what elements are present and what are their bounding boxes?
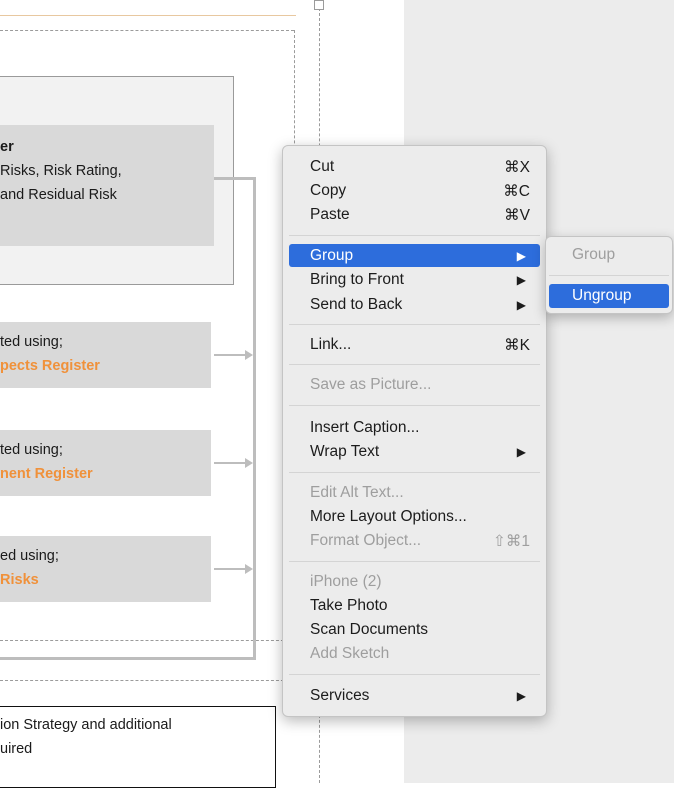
- shortcut-label: ⌘X: [504, 159, 530, 176]
- menu-separator: [289, 472, 540, 473]
- menu-item-label: Edit Alt Text...: [310, 484, 404, 501]
- connector-line: [214, 177, 256, 180]
- shortcut-label: ⌘V: [504, 207, 530, 224]
- aspects-line-2: pects Register: [0, 358, 100, 374]
- menu-separator: [289, 324, 540, 325]
- strategy-line-2: uired: [0, 741, 33, 757]
- arrow-line-3: [214, 568, 246, 570]
- menu-item-label: Paste: [310, 206, 350, 223]
- risks-line-1: ed using;: [0, 548, 59, 564]
- menu-item-copy[interactable]: Copy ⌘C: [289, 179, 540, 202]
- connector-vertical: [253, 177, 256, 660]
- menu-item-services[interactable]: Services ▶: [289, 684, 540, 707]
- menu-item-label: Link...: [310, 336, 352, 353]
- section-border: [0, 15, 296, 16]
- group-border-bottom: [0, 640, 294, 641]
- menu-item-cut[interactable]: Cut ⌘X: [289, 155, 540, 178]
- arrow-head-3: [245, 564, 253, 574]
- menu-separator: [549, 275, 669, 276]
- arrow-head-2: [245, 458, 253, 468]
- register-line-2: Risks, Risk Rating,: [0, 163, 122, 179]
- register-title: er: [0, 139, 14, 155]
- menu-separator: [289, 561, 540, 562]
- menu-item-label: Format Object...: [310, 532, 422, 549]
- arrow-line-2: [214, 462, 246, 464]
- submenu-item-ungroup[interactable]: Ungroup: [549, 284, 669, 308]
- menu-item-label: Add Sketch: [310, 645, 390, 662]
- submenu-arrow-icon: ▶: [516, 445, 526, 459]
- menu-item-send-to-back[interactable]: Send to Back ▶: [289, 293, 540, 316]
- menu-item-link[interactable]: Link... ⌘K: [289, 333, 540, 356]
- menu-item-label: Save as Picture...: [310, 376, 432, 393]
- risks-box[interactable]: [0, 536, 211, 602]
- menu-item-more-layout-options[interactable]: More Layout Options...: [289, 505, 540, 528]
- menu-item-label: Bring to Front: [310, 271, 404, 288]
- menu-item-insert-caption[interactable]: Insert Caption...: [289, 416, 540, 439]
- submenu-item-group[interactable]: Group: [549, 243, 669, 267]
- menu-section-header: iPhone (2): [310, 573, 382, 590]
- menu-item-bring-to-front[interactable]: Bring to Front ▶: [289, 268, 540, 291]
- arrow-head-1: [245, 350, 253, 360]
- menu-item-format-object[interactable]: Format Object... ⇧⌘1: [289, 529, 540, 552]
- shortcut-label: ⌘K: [504, 337, 530, 354]
- menu-item-take-photo[interactable]: Take Photo: [289, 594, 540, 617]
- menu-item-label: Insert Caption...: [310, 419, 420, 436]
- menu-item-label: Scan Documents: [310, 621, 429, 638]
- shortcut-label: ⌘C: [503, 183, 530, 200]
- frame-handle[interactable]: [314, 0, 324, 10]
- menu-separator: [289, 674, 540, 675]
- compliance-register-box[interactable]: [0, 430, 211, 496]
- menu-item-label: Group: [572, 246, 616, 263]
- menu-item-save-as-picture[interactable]: Save as Picture...: [289, 373, 540, 396]
- menu-item-wrap-text[interactable]: Wrap Text ▶: [289, 440, 540, 463]
- menu-item-label: Copy: [310, 182, 347, 199]
- risks-line-2: Risks: [0, 572, 39, 588]
- menu-item-add-sketch[interactable]: Add Sketch: [289, 642, 540, 665]
- menu-separator: [289, 364, 540, 365]
- context-menu: Cut ⌘X Copy ⌘C Paste ⌘V Group ▶ Bring to…: [282, 145, 547, 717]
- menu-item-group[interactable]: Group ▶: [289, 244, 540, 267]
- menu-item-paste[interactable]: Paste ⌘V: [289, 203, 540, 226]
- menu-item-label: Group: [310, 247, 354, 264]
- menu-item-label: More Layout Options...: [310, 508, 467, 525]
- lower-frame-border: [0, 680, 294, 681]
- connector-bottom: [0, 657, 256, 660]
- menu-item-scan-documents[interactable]: Scan Documents: [289, 618, 540, 641]
- group-submenu: Group Ungroup: [545, 236, 673, 314]
- submenu-arrow-icon: ▶: [516, 689, 526, 703]
- menu-item-label: Cut: [310, 158, 335, 175]
- arrow-line-1: [214, 354, 246, 356]
- menu-item-edit-alt-text[interactable]: Edit Alt Text...: [289, 481, 540, 504]
- menu-item-label: Wrap Text: [310, 443, 380, 460]
- submenu-arrow-icon: ▶: [516, 298, 526, 312]
- menu-item-label: Take Photo: [310, 597, 388, 614]
- group-border-top: [0, 30, 294, 31]
- menu-item-label: Services: [310, 687, 370, 704]
- aspects-register-box[interactable]: [0, 322, 211, 388]
- compliance-line-1: ted using;: [0, 442, 63, 458]
- submenu-arrow-icon: ▶: [516, 273, 526, 287]
- menu-separator: [289, 405, 540, 406]
- menu-separator: [289, 235, 540, 236]
- compliance-line-2: nent Register: [0, 466, 93, 482]
- submenu-arrow-icon: ▶: [516, 249, 526, 263]
- menu-item-label: Send to Back: [310, 296, 403, 313]
- shortcut-label: ⇧⌘1: [492, 533, 530, 550]
- aspects-line-1: ted using;: [0, 334, 63, 350]
- register-line-3: and Residual Risk: [0, 187, 117, 203]
- menu-item-label: Ungroup: [572, 287, 632, 304]
- strategy-line-1: ion Strategy and additional: [0, 717, 172, 733]
- menu-item-iphone: iPhone (2): [289, 570, 540, 593]
